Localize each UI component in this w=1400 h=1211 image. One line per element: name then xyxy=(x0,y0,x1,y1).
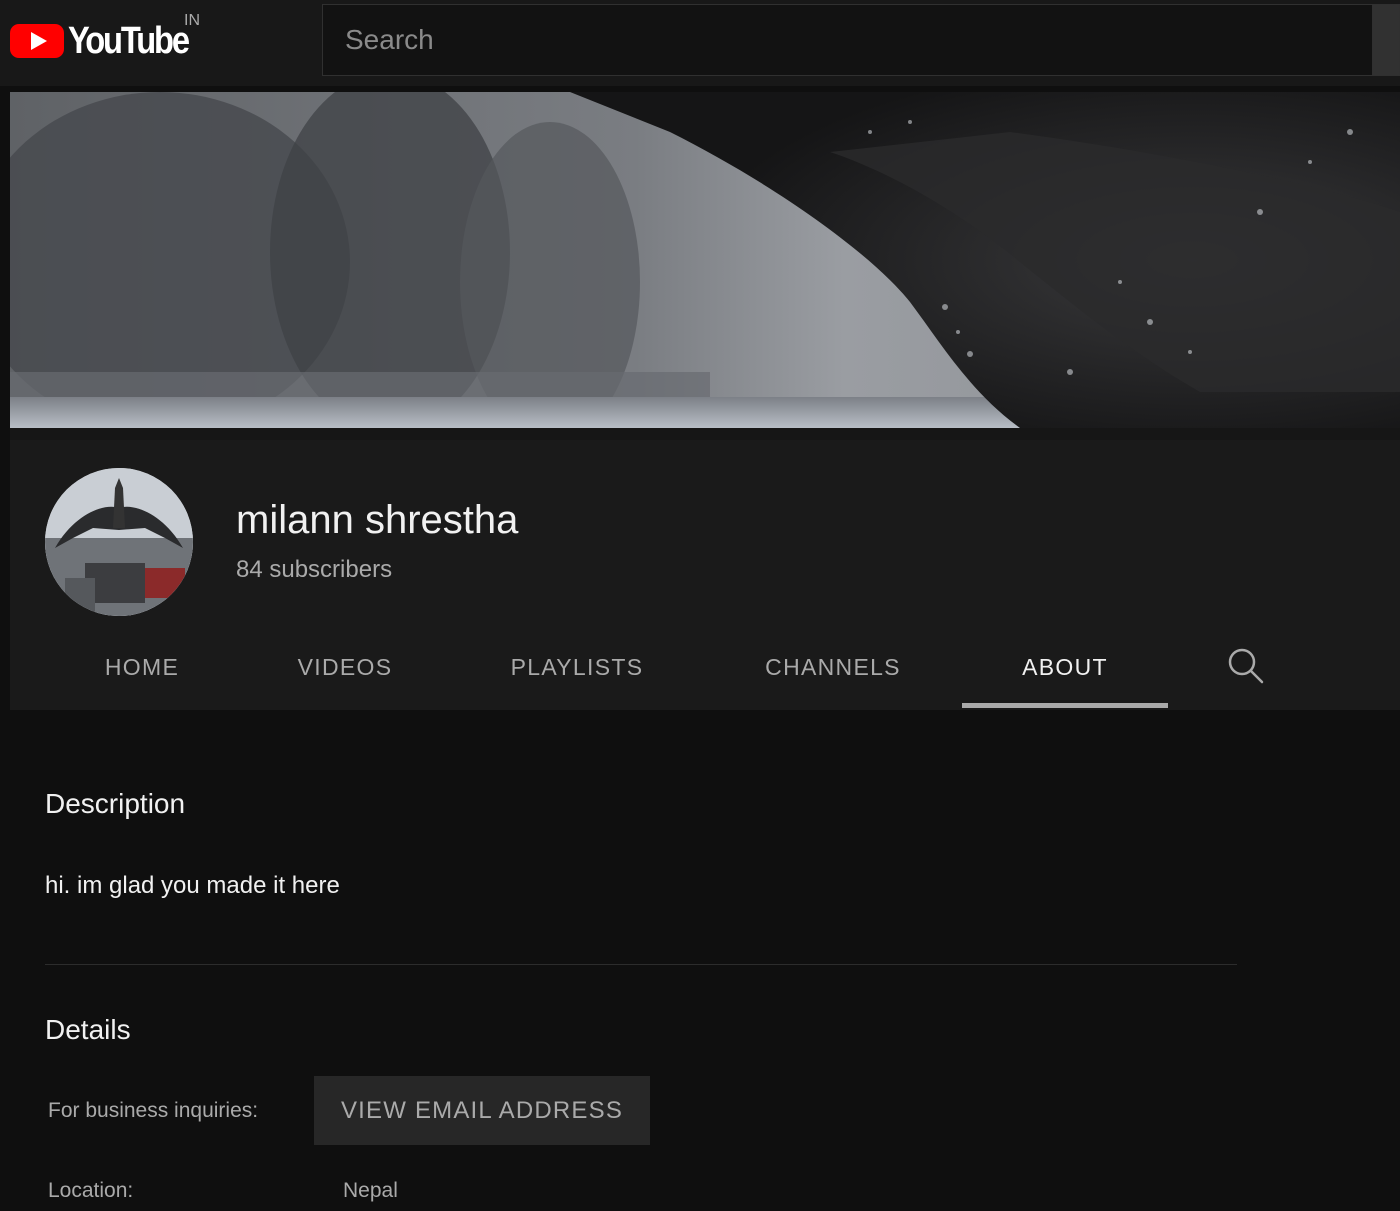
channel-tabs: HOME VIDEOS PLAYLISTS CHANNELS ABOUT xyxy=(10,624,1400,710)
channel-header: milann shrestha 84 subscribers HOME VIDE… xyxy=(10,440,1400,710)
youtube-channel-page: YouTube IN Search milann shrestha 84 sub… xyxy=(0,0,1400,1211)
about-section: Description hi. im glad you made it here… xyxy=(10,710,1400,1211)
tab-about[interactable]: ABOUT xyxy=(962,624,1168,710)
tab-home[interactable]: HOME xyxy=(72,624,212,710)
tab-channels[interactable]: CHANNELS xyxy=(740,624,926,710)
location-label: Location: xyxy=(48,1179,134,1202)
banner-image xyxy=(10,92,1400,428)
search-button[interactable] xyxy=(1372,4,1400,76)
logo-wordmark: YouTube xyxy=(68,20,190,62)
country-code: IN xyxy=(184,12,200,29)
search-box[interactable] xyxy=(322,4,1372,76)
tab-playlists[interactable]: PLAYLISTS xyxy=(484,624,670,710)
channel-name: milann shrestha xyxy=(236,498,519,542)
details-heading: Details xyxy=(45,1014,131,1045)
section-divider xyxy=(45,964,1237,965)
avatar-image xyxy=(45,468,193,616)
channel-avatar[interactable] xyxy=(45,468,193,616)
youtube-play-icon xyxy=(10,24,64,58)
youtube-logo[interactable]: YouTube xyxy=(10,20,207,62)
business-inquiries-label: For business inquiries: xyxy=(48,1099,259,1122)
location-value: Nepal xyxy=(343,1179,398,1202)
subscriber-count: 84 subscribers xyxy=(236,556,393,583)
channel-banner xyxy=(10,92,1400,428)
description-text: hi. im glad you made it here xyxy=(45,872,340,899)
masthead: YouTube IN xyxy=(0,0,1400,86)
banner-bottom-strip xyxy=(10,428,1400,440)
search-icon[interactable] xyxy=(1226,646,1266,686)
tab-videos[interactable]: VIDEOS xyxy=(276,624,414,710)
view-email-button[interactable]: VIEW EMAIL ADDRESS xyxy=(314,1076,650,1145)
search-input[interactable] xyxy=(345,24,1372,56)
description-heading: Description xyxy=(45,788,186,819)
